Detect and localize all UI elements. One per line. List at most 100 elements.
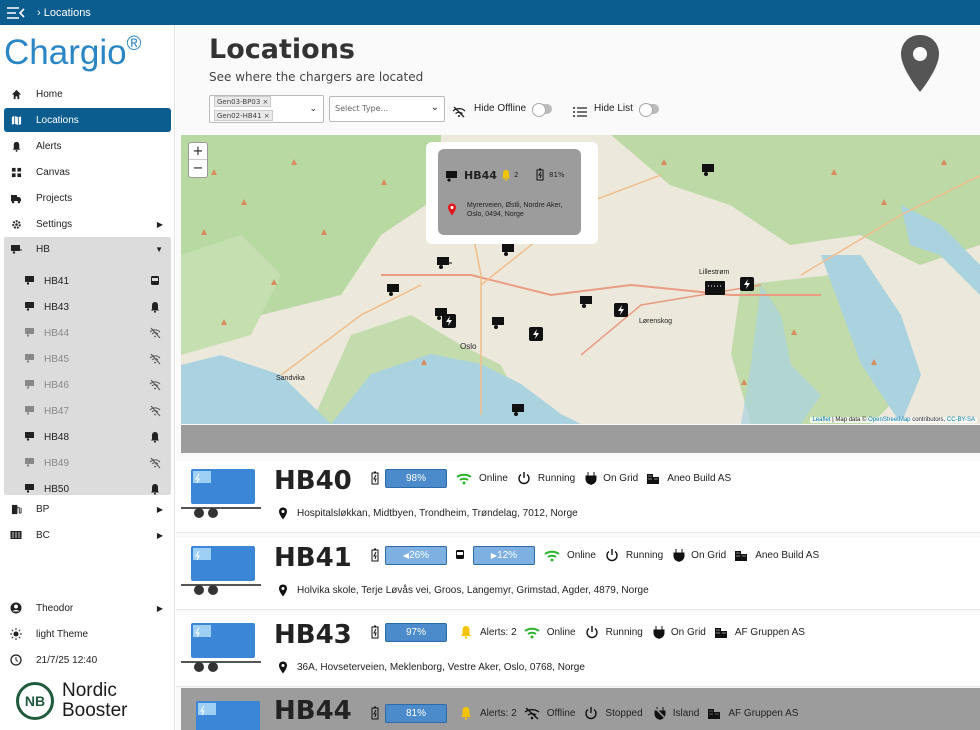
sidebar-item-bp[interactable]: BP ▶ bbox=[4, 497, 171, 521]
trailer-icon bbox=[446, 171, 457, 182]
charger-card[interactable]: HB43 97% Alerts: 2 Online Running On Gri… bbox=[176, 615, 980, 687]
plug-icon bbox=[673, 549, 685, 562]
page-subtitle: See where the chargers are located bbox=[209, 70, 424, 84]
sidebar-item-label: Alerts bbox=[36, 140, 62, 152]
battery-level: ◀ 26% bbox=[385, 545, 447, 565]
sidebar-item-user[interactable]: Theodor ▶ bbox=[4, 596, 171, 620]
leaflet-link[interactable]: Leaflet bbox=[812, 417, 830, 423]
trailer-marker-icon[interactable] bbox=[511, 403, 527, 417]
sidebar-subitem-hb43[interactable]: HB43 bbox=[4, 294, 167, 320]
gear-icon bbox=[10, 218, 22, 230]
trailer-marker-icon[interactable] bbox=[579, 295, 595, 309]
charger-marker-icon[interactable] bbox=[613, 302, 629, 318]
sidebar-item-label: BP bbox=[36, 503, 50, 515]
charger-card[interactable]: HB44 81% Alerts: 2 Offline Stopped Islan… bbox=[181, 688, 980, 730]
popup-card[interactable]: HB44 2 81% Myrerveien, Østli, Nordre Ake… bbox=[438, 149, 581, 235]
user-icon bbox=[10, 602, 22, 614]
online-status: Online bbox=[567, 549, 596, 561]
trailer-marker-icon[interactable] bbox=[491, 316, 507, 330]
map-label-lorenskog: Lørenskog bbox=[639, 318, 673, 325]
main-content: Locations See where the chargers are loc… bbox=[176, 25, 980, 730]
sidebar-item-canvas[interactable]: Canvas bbox=[4, 160, 171, 184]
battery-level: 97% bbox=[385, 622, 447, 642]
sidebar-subitem-hb44[interactable]: HB44 bbox=[4, 320, 167, 346]
battery-icon bbox=[536, 168, 544, 181]
sidebar-item-settings[interactable]: Settings ▶ bbox=[4, 212, 171, 236]
grid-status: On Grid bbox=[603, 472, 639, 484]
popup-battery: 81% bbox=[549, 171, 565, 179]
charger-filter-select[interactable]: Gen03-BP03 × Gen02-HB41 × ⌄ bbox=[209, 95, 324, 123]
grid-icon bbox=[10, 166, 22, 178]
charger-card[interactable]: HB41 ◀ 26% ▶ 12% Online Running On Grid … bbox=[176, 538, 980, 610]
trailer-marker-icon[interactable] bbox=[701, 163, 717, 177]
company-name: AF Gruppen AS bbox=[734, 626, 805, 638]
wifi-off-icon bbox=[149, 457, 161, 469]
sidebar-subitem-label: HB45 bbox=[44, 353, 70, 365]
filter-chip[interactable]: Gen03-BP03 × bbox=[214, 96, 272, 107]
wifi-off-icon bbox=[149, 379, 161, 391]
clock-icon bbox=[10, 654, 22, 666]
building-icon bbox=[735, 551, 748, 561]
sidebar-item-alerts[interactable]: Alerts bbox=[4, 134, 171, 158]
sidebar-subitem-hb47[interactable]: HB47 bbox=[4, 398, 167, 424]
sidebar-subitem-hb49[interactable]: HB49 bbox=[4, 450, 167, 476]
sidebar-item-projects[interactable]: Projects bbox=[4, 186, 171, 210]
zoom-out-button[interactable]: − bbox=[189, 160, 207, 177]
sidebar-item-locations[interactable]: Locations bbox=[4, 108, 171, 132]
theme-label: light Theme bbox=[36, 628, 89, 640]
map-view[interactable]: Oslo Lillestrøm Lørenskog Sandvika + − H… bbox=[181, 135, 980, 424]
grid-status: On Grid bbox=[670, 626, 706, 638]
hide-list-toggle[interactable] bbox=[639, 103, 659, 117]
marker-popup: HB44 2 81% Myrerveien, Østli, Nordre Ake… bbox=[426, 142, 598, 244]
clock-time: 21/7/25 12:40 bbox=[36, 654, 98, 666]
power-icon bbox=[606, 549, 618, 562]
hide-offline-toggle[interactable] bbox=[532, 103, 552, 117]
sidebar-subitem-hb45[interactable]: HB45 bbox=[4, 346, 167, 372]
page-title: Locations bbox=[209, 34, 355, 65]
type-select[interactable]: Select Type... ⌄ bbox=[329, 96, 445, 122]
list-item-partial[interactable] bbox=[181, 425, 980, 453]
trailer-icon bbox=[24, 405, 36, 418]
theme-toggle[interactable]: light Theme bbox=[4, 622, 171, 646]
charger-card[interactable]: HB40 98% Online Running On Grid Aneo Bui… bbox=[176, 461, 980, 533]
trailer-marker-icon[interactable] bbox=[501, 243, 517, 257]
sidebar-item-bc[interactable]: BC ▶ bbox=[4, 523, 171, 547]
trailer-icon bbox=[24, 327, 36, 340]
run-status: Stopped bbox=[605, 707, 643, 719]
plug-icon bbox=[653, 626, 665, 639]
run-status: Running bbox=[537, 472, 576, 484]
charger-address: Holvika skole, Terje Løvås vei, Groos, L… bbox=[297, 585, 649, 596]
sidebar-item-hb[interactable]: HB ▼ bbox=[4, 237, 171, 261]
sidebar-subitem-hb46[interactable]: HB46 bbox=[4, 372, 167, 398]
license-link[interactable]: CC-BY-SA bbox=[947, 417, 975, 423]
breadcrumb[interactable]: › Locations bbox=[37, 7, 91, 19]
chargio-logo[interactable]: Chargio® bbox=[4, 33, 141, 73]
zoom-in-button[interactable]: + bbox=[189, 143, 207, 160]
user-name: Theodor bbox=[36, 602, 74, 614]
filter-chip[interactable]: Gen02-HB41 × bbox=[214, 110, 273, 121]
charger-marker-icon[interactable] bbox=[739, 276, 755, 292]
trailer-marker-icon[interactable] bbox=[386, 283, 402, 297]
sidebar-item-label: Settings bbox=[36, 218, 73, 230]
battery-marker-icon[interactable] bbox=[704, 280, 726, 296]
collapse-menu-icon[interactable] bbox=[7, 6, 29, 20]
top-bar: › Locations bbox=[0, 0, 980, 25]
location-pin-icon bbox=[279, 584, 287, 597]
charger-address: Hospitalsløkkan, Midtbyen, Trondheim, Tr… bbox=[297, 508, 578, 519]
zoom-control: + − bbox=[188, 142, 208, 178]
osm-link[interactable]: OpenStreetMap bbox=[868, 417, 910, 423]
alert-bell-icon bbox=[502, 170, 510, 181]
trailer-marker-icon[interactable] bbox=[436, 256, 452, 270]
sidebar-subitem-hb48[interactable]: HB48 bbox=[4, 424, 167, 450]
truck-icon bbox=[10, 192, 22, 204]
trailer-icon bbox=[24, 483, 36, 496]
charger-marker-icon[interactable] bbox=[441, 313, 457, 329]
sidebar-item-label: Home bbox=[36, 88, 63, 100]
sidebar-subitem-label: HB47 bbox=[44, 405, 70, 417]
sidebar-subitem-hb41[interactable]: HB41 bbox=[4, 268, 167, 294]
chevron-right-icon: ▶ bbox=[156, 603, 163, 613]
map-label-lillestrom: Lillestrøm bbox=[699, 269, 730, 276]
nb-mark: NB bbox=[16, 682, 54, 720]
sidebar-item-home[interactable]: Home bbox=[4, 82, 171, 106]
charger-marker-icon[interactable] bbox=[528, 326, 544, 342]
